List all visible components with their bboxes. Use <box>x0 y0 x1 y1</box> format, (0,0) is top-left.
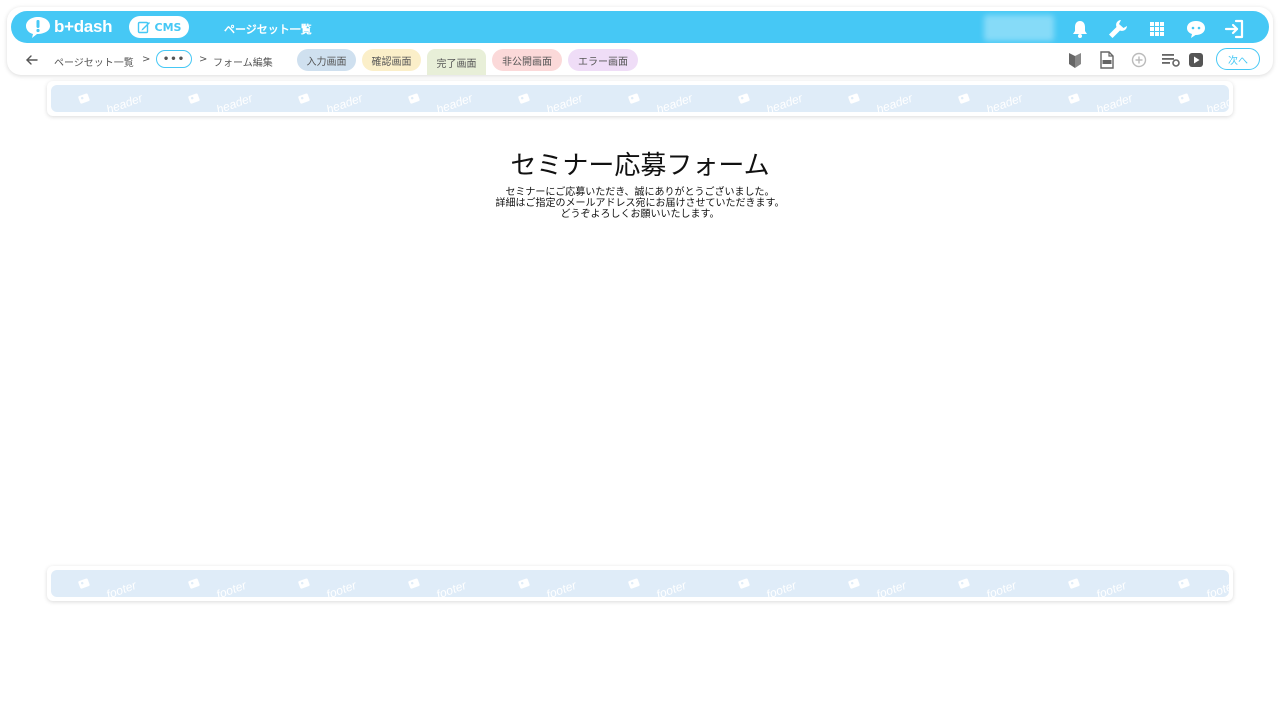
edit-document-icon <box>137 21 150 34</box>
bell-icon[interactable] <box>1070 19 1090 39</box>
logout-icon[interactable] <box>1223 19 1247 39</box>
message-line: セミナーにご応募いただき、誠にありがとうございました。 <box>505 187 775 198</box>
back-arrow-icon[interactable] <box>25 52 39 66</box>
html-file-icon[interactable] <box>1098 51 1116 69</box>
form-title: セミナー応募フォーム <box>510 151 770 181</box>
logo-bubble-icon <box>26 17 50 38</box>
wrench-icon[interactable] <box>1108 19 1128 39</box>
list-settings-icon[interactable] <box>1161 51 1181 69</box>
page-nav-row: ページセット一覧 > ••• > フォーム編集 入力画面 確認画面 完了画面 非… <box>7 47 1273 75</box>
header-placeholder[interactable]: header <box>47 81 1233 116</box>
breadcrumb-current: フォーム編集 <box>213 58 273 69</box>
tab-complete-screen[interactable]: 完了画面 <box>427 49 486 75</box>
beginner-mark-icon[interactable] <box>1066 51 1084 69</box>
tab-error-screen[interactable]: エラー画面 <box>568 49 638 71</box>
breadcrumb-separator: > <box>199 54 208 65</box>
play-icon[interactable] <box>1187 51 1205 69</box>
breadcrumb-separator: > <box>142 54 151 65</box>
logo-text: b+dash <box>54 17 113 36</box>
tab-input-screen[interactable]: 入力画面 <box>297 49 356 71</box>
next-button[interactable]: 次へ <box>1216 48 1260 70</box>
top-navigation-card: b+dash CMS ページセット一覧 ページセット一覧 > ••• > フォー… <box>7 7 1273 75</box>
breadcrumb-more-button[interactable]: ••• <box>156 50 192 68</box>
footer-placeholder-pattern: footer <box>51 570 1229 597</box>
footer-placeholder[interactable]: footer <box>47 566 1233 601</box>
form-message: セミナーにご応募いただき、誠にありがとうございました。 詳細はご指定のメールアド… <box>0 187 1280 220</box>
message-line: 詳細はご指定のメールアドレス宛にお届けさせていただきます。 <box>495 198 785 209</box>
cms-label: CMS <box>154 20 182 34</box>
page-title: ページセット一覧 <box>224 23 312 36</box>
bdash-logo[interactable]: b+dash <box>25 16 113 38</box>
grid-icon[interactable] <box>1147 19 1167 39</box>
cms-button[interactable]: CMS <box>129 16 189 38</box>
message-line: どうぞよろしくお願いいたします。 <box>560 209 720 220</box>
tab-confirm-screen[interactable]: 確認画面 <box>362 49 421 71</box>
support-icon[interactable] <box>1184 19 1208 39</box>
breadcrumb-page-set-list[interactable]: ページセット一覧 <box>54 54 134 69</box>
user-info-blurred[interactable] <box>984 15 1054 41</box>
header-placeholder-pattern: header <box>51 85 1229 112</box>
tab-private-screen[interactable]: 非公開画面 <box>492 49 562 71</box>
add-circle-icon[interactable] <box>1130 51 1148 69</box>
global-header-bar: b+dash CMS ページセット一覧 <box>11 11 1269 43</box>
